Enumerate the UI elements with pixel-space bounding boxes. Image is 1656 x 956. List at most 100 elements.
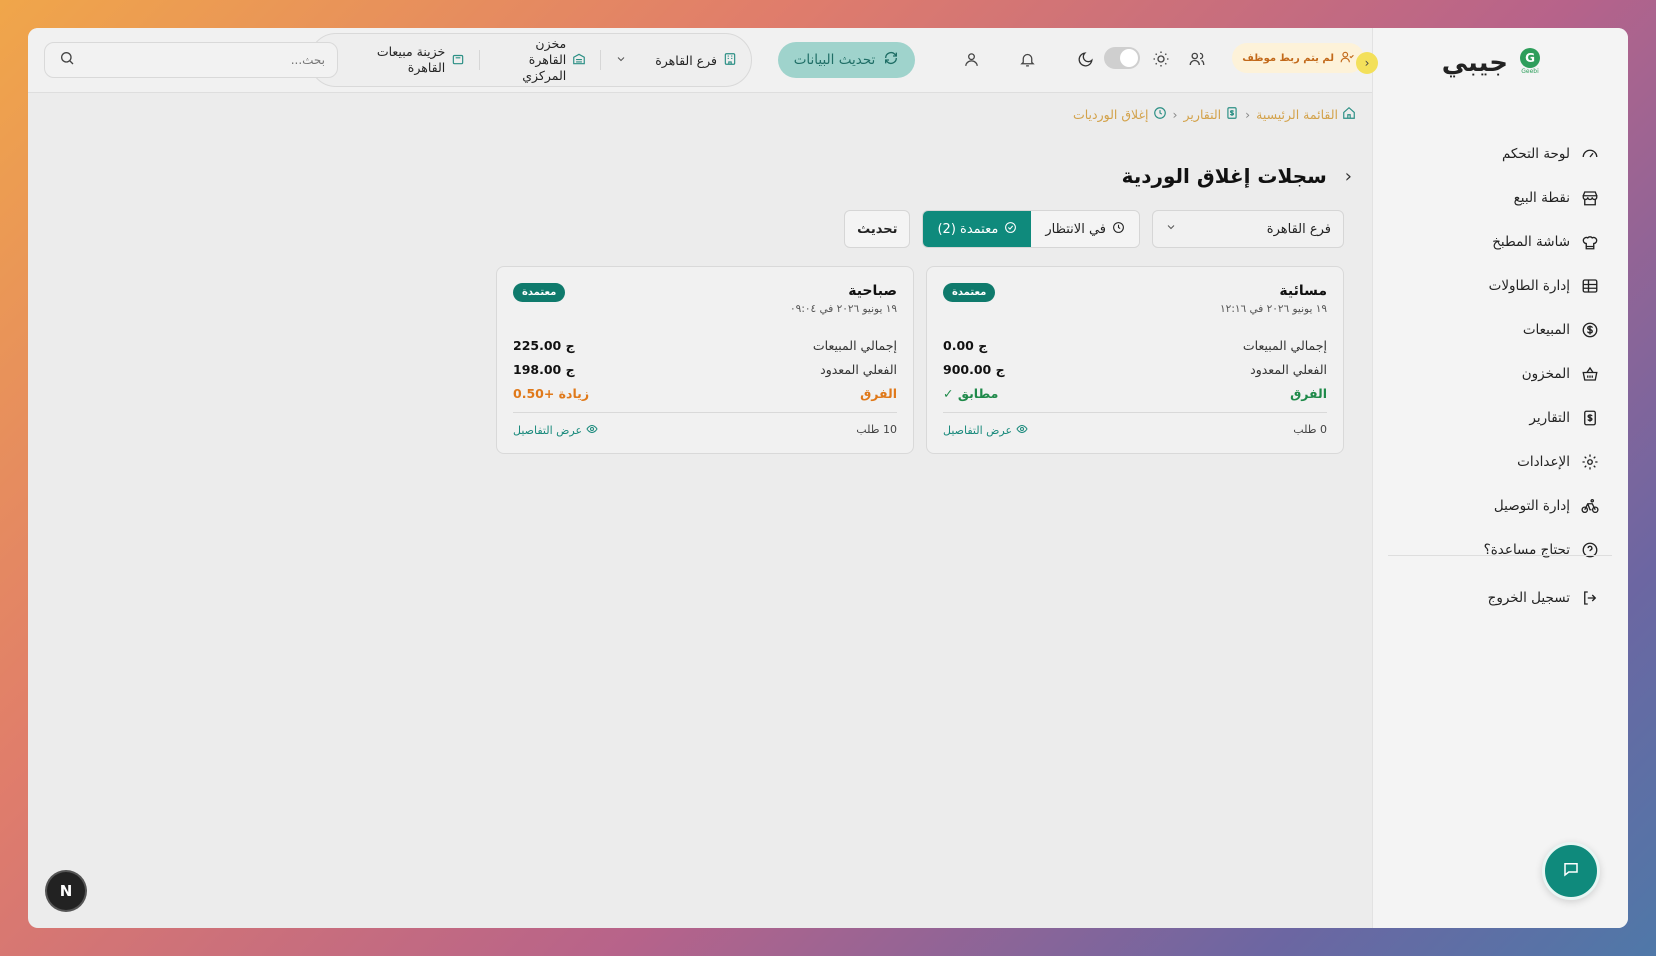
warehouse-selector[interactable]: مخزن القاهرة المركزي [480, 36, 600, 85]
sidebar-item-help[interactable]: تحتاج مساعدة؟ [1372, 528, 1628, 572]
sidebar-item-inventory[interactable]: المخزون [1372, 352, 1628, 396]
difference-label: الفرق [1290, 385, 1327, 401]
theme-toggle[interactable] [1104, 47, 1140, 69]
refresh-icon [883, 50, 899, 70]
breadcrumb-home[interactable]: القائمة الرئيسية [1256, 106, 1356, 123]
logout-label: تسجيل الخروج [1487, 590, 1570, 606]
treasury-selector[interactable]: خزينة مبيعات القاهرة [359, 44, 479, 77]
total-sales-row: إجمالي المبيعات 0.00 ج [943, 333, 1327, 357]
basket-icon [1580, 364, 1600, 384]
divider [513, 412, 897, 413]
divider [479, 50, 481, 70]
sidebar-collapse-button[interactable]: ‹ [1356, 52, 1378, 74]
user-warning-icon [1340, 50, 1354, 67]
orders-count: 10 طلب [856, 423, 897, 436]
difference-row: الفرق زيادة +0.50 [513, 381, 897, 405]
chevron-left-icon: ‹ [1172, 107, 1178, 122]
chevron-down-icon [1165, 221, 1177, 237]
view-details-label: عرض التفاصيل [513, 424, 583, 437]
sidebar: جيبي G Geebi لوحة التحكم نقطة البيع شاشة… [1372, 28, 1628, 928]
sidebar-item-kitchen[interactable]: شاشة المطبخ [1372, 220, 1628, 264]
breadcrumb-reports[interactable]: التقارير [1184, 106, 1240, 123]
users-icon[interactable] [1186, 48, 1208, 70]
back-chevron-icon[interactable]: ‹ [1345, 166, 1352, 187]
clock-icon [1112, 221, 1125, 238]
chevron-left-icon: ‹ [1364, 56, 1370, 70]
tab-approved[interactable]: معتمدة (2) [923, 211, 1032, 247]
user-icon[interactable] [960, 48, 982, 70]
branch-filter-select[interactable]: فرع القاهرة [1152, 210, 1344, 248]
help-circle-icon [1580, 540, 1600, 560]
counted-row: الفعلي المعدود 198.00 ج [513, 357, 897, 381]
search-input[interactable] [75, 53, 325, 67]
breadcrumb-current-label: إغلاق الورديات [1072, 107, 1149, 122]
logo-icon: G Geebi [1516, 48, 1544, 78]
logout-button[interactable]: تسجيل الخروج [1372, 576, 1628, 620]
refresh-data-label: تحديث البيانات [793, 52, 876, 68]
bell-icon[interactable] [1016, 48, 1038, 70]
chef-hat-icon [1580, 232, 1600, 252]
home-icon [1342, 106, 1356, 123]
tab-pending[interactable]: في الانتظار [1031, 211, 1139, 247]
shift-card: مسائية ١٩ يونيو ٢٠٢٦ في ١٢:١٦ معتمدة إجم… [926, 266, 1344, 454]
report-icon [1225, 106, 1239, 123]
shift-card: صباحية ١٩ يونيو ٢٠٢٦ في ٠٩:٠٤ معتمدة إجم… [496, 266, 914, 454]
sidebar-item-pos[interactable]: نقطة البيع [1372, 176, 1628, 220]
breadcrumb-home-label: القائمة الرئيسية [1256, 107, 1338, 122]
warehouse-icon [572, 52, 586, 69]
chat-button[interactable] [1542, 842, 1600, 900]
sidebar-item-label: إدارة الطاولات [1488, 278, 1570, 294]
view-details-link[interactable]: عرض التفاصيل [943, 423, 1028, 438]
gauge-icon [1580, 144, 1600, 164]
counted-label: الفعلي المعدود [1250, 361, 1327, 377]
sidebar-item-settings[interactable]: الإعدادات [1372, 440, 1628, 484]
difference-value: زيادة +0.50 [513, 385, 590, 401]
sidebar-item-label: إدارة التوصيل [1493, 498, 1570, 514]
chevron-down-icon [615, 53, 627, 68]
clock-icon [1153, 106, 1167, 123]
sidebar-item-tables[interactable]: إدارة الطاولات [1372, 264, 1628, 308]
table-icon [1580, 276, 1600, 296]
counted-value: 198.00 ج [513, 361, 575, 377]
logo: جيبي G Geebi [1442, 48, 1544, 78]
sidebar-item-dashboard[interactable]: لوحة التحكم [1372, 132, 1628, 176]
eye-icon [1016, 423, 1028, 438]
logout-icon [1580, 588, 1600, 608]
tab-approved-label: معتمدة (2) [937, 221, 999, 237]
chevron-left-icon: ‹ [1245, 107, 1251, 122]
logout-section: تسجيل الخروج [1372, 576, 1628, 620]
report-dollar-icon [1580, 408, 1600, 428]
sun-icon[interactable] [1150, 48, 1172, 70]
update-button[interactable]: تحديث [844, 210, 911, 248]
branch-filter-value: فرع القاهرة [1266, 221, 1331, 237]
dev-n-badge[interactable]: N [47, 872, 85, 910]
divider [1388, 555, 1612, 556]
context-selector: فرع القاهرة مخزن القاهرة المركزي خزينة م… [309, 33, 752, 87]
shift-date: ١٩ يونيو ٢٠٢٦ في ٠٩:٠٤ [790, 303, 897, 315]
page-title: سجلات إغلاق الوردية [1121, 164, 1327, 188]
counted-value: 900.00 ج [943, 361, 1005, 377]
sidebar-item-reports[interactable]: التقارير [1372, 396, 1628, 440]
warehouse-label: مخزن القاهرة المركزي [522, 35, 567, 84]
moon-icon[interactable] [1074, 48, 1096, 70]
sidebar-item-sales[interactable]: المبيعات [1372, 308, 1628, 352]
branch-selector[interactable]: فرع القاهرة [601, 52, 751, 69]
cash-register-icon [451, 52, 465, 69]
search-box [44, 42, 338, 78]
employee-warning-chip[interactable]: لم يتم ربط موظف [1232, 43, 1364, 73]
breadcrumb: القائمة الرئيسية ‹ التقارير ‹ إغلاق الور… [1073, 106, 1356, 123]
store-icon [1580, 188, 1600, 208]
shift-date: ١٩ يونيو ٢٠٢٦ في ١٢:١٦ [1220, 303, 1327, 315]
status-badge: معتمدة [943, 283, 996, 302]
counted-label: الفعلي المعدود [820, 361, 897, 377]
sidebar-item-label: التقارير [1529, 410, 1570, 426]
search-icon[interactable] [57, 50, 75, 70]
view-details-link[interactable]: عرض التفاصيل [513, 423, 598, 438]
logo-text: جيبي [1441, 48, 1508, 78]
sidebar-item-delivery[interactable]: إدارة التوصيل [1372, 484, 1628, 528]
building-icon [723, 52, 737, 69]
refresh-data-button[interactable]: تحديث البيانات [778, 42, 915, 78]
warning-chip-label: لم يتم ربط موظف [1242, 52, 1334, 64]
difference-value: مطابق ✓ [943, 385, 999, 401]
total-sales-label: إجمالي المبيعات [1242, 337, 1327, 353]
